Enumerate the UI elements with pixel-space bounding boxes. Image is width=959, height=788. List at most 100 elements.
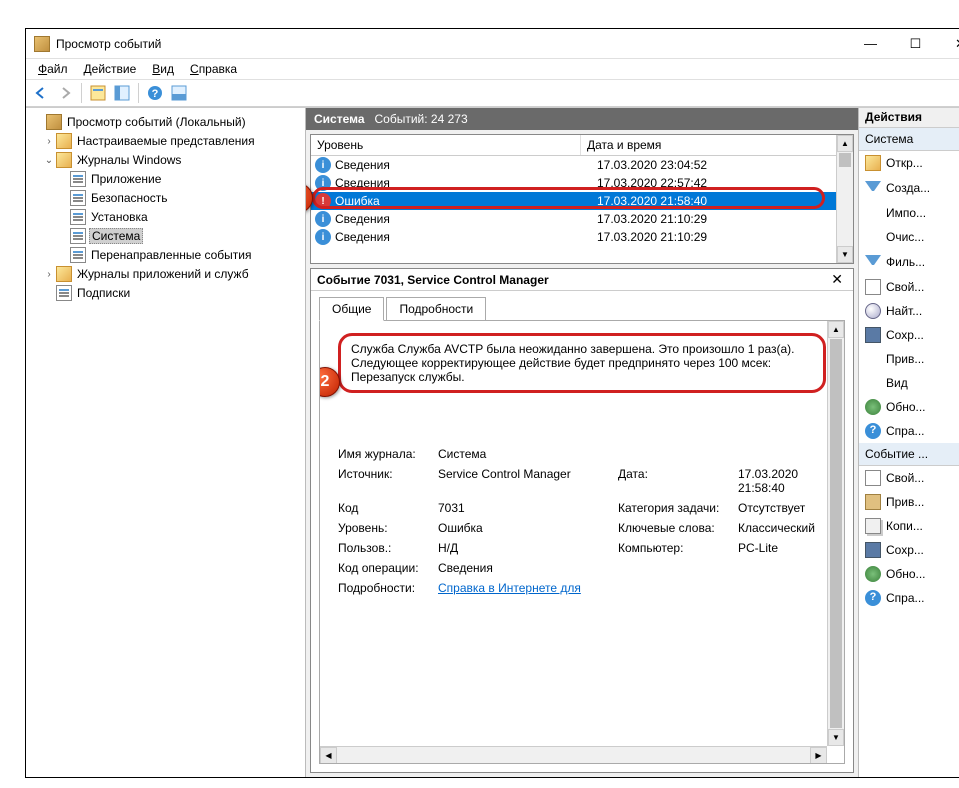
action-import[interactable]: Импо... [859, 201, 959, 225]
row-datetime: 17.03.2020 21:58:40 [597, 194, 849, 208]
action-event-help[interactable]: ?Спра...▶ [859, 586, 959, 610]
action-event-refresh[interactable]: Обно... [859, 562, 959, 586]
event-refresh-icon [865, 566, 881, 582]
actions-group-system[interactable]: Система▴ [859, 128, 959, 151]
tree-system[interactable]: Система [28, 227, 303, 245]
tab-body: 2 Служба Служба AVCTP была неожиданно за… [319, 320, 845, 764]
detail-close-button[interactable]: ✕ [827, 271, 847, 288]
actions-panel: Действия Система▴ Откр...Созда...Импо...… [858, 108, 959, 777]
action-event-copy[interactable]: Копи...▶ [859, 514, 959, 538]
action-label: Сохр... [886, 328, 959, 342]
show-tree-button[interactable] [87, 82, 109, 104]
find-icon [865, 303, 881, 319]
col-datetime[interactable]: Дата и время [581, 135, 853, 155]
action-find[interactable]: Найт... [859, 299, 959, 323]
action-open[interactable]: Откр... [859, 151, 959, 175]
action-view[interactable]: Вид▶ [859, 371, 959, 395]
online-help-link[interactable]: Справка в Интернете для [438, 581, 581, 595]
tab-details[interactable]: Подробности [386, 297, 486, 321]
title-bar: Просмотр событий — ☐ ✕ [26, 29, 959, 59]
row-datetime: 17.03.2020 21:10:29 [597, 230, 849, 244]
row-datetime: 17.03.2020 23:04:52 [597, 158, 849, 172]
toolbar: ? [26, 79, 959, 107]
col-level[interactable]: Уровень [311, 135, 581, 155]
tree-custom-views[interactable]: ›Настраиваемые представления [28, 132, 303, 150]
event-row[interactable]: iСведения17.03.2020 21:10:29 [311, 228, 853, 246]
action-event-props[interactable]: Свой... [859, 466, 959, 490]
tree-subscriptions[interactable]: Подписки [28, 284, 303, 302]
list-header: Уровень Дата и время [311, 135, 853, 156]
callout-badge-2: 2 [319, 367, 340, 397]
tree-setup[interactable]: Установка [28, 208, 303, 226]
properties-button[interactable] [111, 82, 133, 104]
menu-view[interactable]: Вид [144, 60, 182, 78]
open-icon [865, 155, 881, 171]
actions-group-event[interactable]: Событие ...▴ [859, 443, 959, 466]
menu-bar: Файл Действие Вид Справка [26, 59, 959, 79]
minimize-button[interactable]: — [848, 29, 893, 58]
detail-pane: Событие 7031, Service Control Manager ✕ … [310, 268, 854, 773]
action-label: Свой... [886, 471, 959, 485]
action-refresh[interactable]: Обно... [859, 395, 959, 419]
menu-file[interactable]: Файл [30, 60, 76, 78]
row-datetime: 17.03.2020 21:10:29 [597, 212, 849, 226]
detail-scrollbar-v[interactable]: ▲ ▼ [827, 321, 844, 746]
event-properties: Имя журнала:Система Источник:Service Con… [338, 447, 826, 595]
detail-scrollbar-h[interactable]: ◀ ▶ [320, 746, 827, 763]
tree-root[interactable]: Просмотр событий (Локальный) [28, 113, 303, 131]
info-icon: i [315, 175, 331, 191]
help-button[interactable]: ? [144, 82, 166, 104]
tree-panel[interactable]: Просмотр событий (Локальный) ›Настраивае… [26, 108, 306, 777]
action-filter[interactable]: Филь... [859, 249, 959, 275]
row-level: Ошибка [335, 194, 597, 208]
help-icon: ? [865, 423, 881, 439]
action-label: Сохр... [886, 543, 959, 557]
event-row[interactable]: ! Ошибка17.03.2020 21:58:40 [311, 192, 853, 210]
action-event-save[interactable]: Сохр... [859, 538, 959, 562]
menu-action[interactable]: Действие [76, 60, 145, 78]
actions-header: Действия [859, 108, 959, 128]
tree-windows-logs[interactable]: ⌄Журналы Windows [28, 151, 303, 169]
close-button[interactable]: ✕ [938, 29, 959, 58]
event-row[interactable]: i Сведения17.03.2020 23:04:52 [311, 156, 853, 174]
action-help[interactable]: ?Спра...▶ [859, 419, 959, 443]
window-title: Просмотр событий [56, 37, 848, 51]
row-level: Сведения [335, 212, 597, 226]
event-viewer-window: Просмотр событий — ☐ ✕ Файл Действие Вид… [25, 28, 959, 778]
center-header: Система Событий: 24 273 [306, 108, 858, 130]
back-button[interactable] [30, 82, 52, 104]
action-create[interactable]: Созда... [859, 175, 959, 201]
tree-forwarded[interactable]: Перенаправленные события [28, 246, 303, 264]
attach-icon [865, 351, 881, 367]
action-event-attach[interactable]: Прив... [859, 490, 959, 514]
error-icon: ! [315, 193, 331, 209]
action-attach[interactable]: Прив... [859, 347, 959, 371]
action-save[interactable]: Сохр... [859, 323, 959, 347]
create-icon [865, 181, 881, 197]
action-label: Спра... [886, 591, 959, 605]
forward-button[interactable] [54, 82, 76, 104]
tree-app-services[interactable]: ›Журналы приложений и служб [28, 265, 303, 283]
action-label: Филь... [886, 255, 959, 269]
event-description: Служба Служба AVCTP была неожиданно заве… [338, 333, 826, 393]
filter-icon [865, 255, 881, 271]
svg-text:?: ? [152, 88, 159, 100]
info-icon: i [315, 157, 331, 173]
tab-general[interactable]: Общие [319, 297, 384, 321]
action-label: Свой... [886, 280, 959, 294]
row-level: Сведения [335, 158, 597, 172]
event-row[interactable]: iСведения17.03.2020 22:57:42 [311, 174, 853, 192]
event-row[interactable]: i Сведения17.03.2020 21:10:29 [311, 210, 853, 228]
preview-button[interactable] [168, 82, 190, 104]
info-icon: i [315, 211, 331, 227]
action-props[interactable]: Свой... [859, 275, 959, 299]
event-copy-icon [865, 518, 881, 534]
tree-application[interactable]: Приложение [28, 170, 303, 188]
event-help-icon: ? [865, 590, 881, 606]
menu-help[interactable]: Справка [182, 60, 245, 78]
tree-security[interactable]: Безопасность [28, 189, 303, 207]
list-scrollbar[interactable]: ▲ ▼ [836, 135, 853, 263]
action-clear[interactable]: Очис... [859, 225, 959, 249]
refresh-icon [865, 399, 881, 415]
maximize-button[interactable]: ☐ [893, 29, 938, 58]
